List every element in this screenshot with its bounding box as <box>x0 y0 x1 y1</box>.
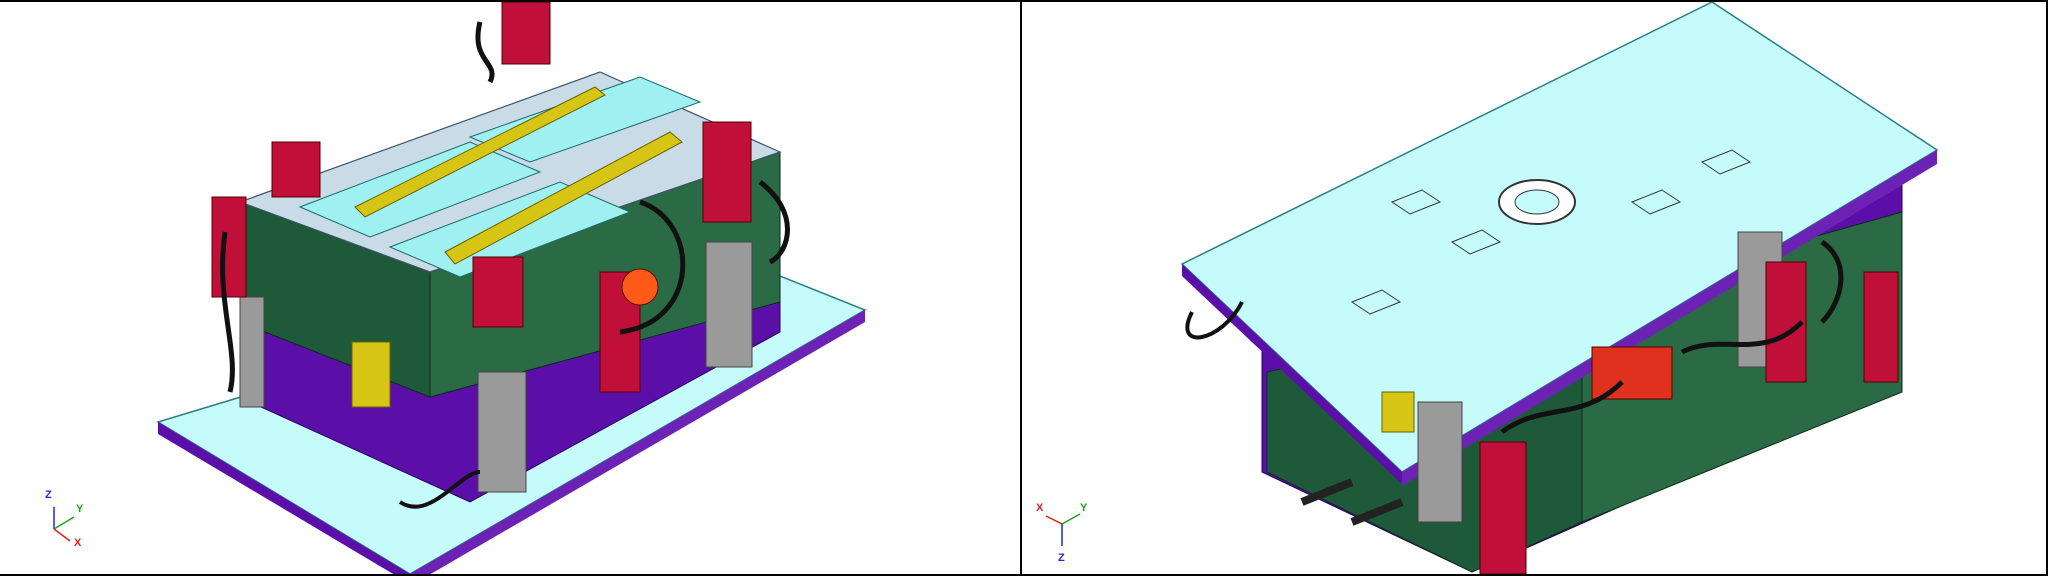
cad-model-bottom-view <box>1180 2 1939 574</box>
viewport-split: Z Y X X Y Z <box>0 0 2048 576</box>
axis-label-y: Y <box>76 503 84 515</box>
axis-label-z: Z <box>45 489 52 501</box>
axis-label-x: X <box>1036 502 1044 514</box>
viewport-left[interactable]: Z Y X <box>0 2 1022 574</box>
axis-triad-right: X Y Z <box>1034 502 1094 572</box>
axis-label-z: Z <box>1058 552 1065 564</box>
cad-model-top-view <box>156 2 867 574</box>
axis-triad-left: Z Y X <box>40 487 100 557</box>
axis-label-y: Y <box>1080 502 1088 514</box>
viewport-right[interactable]: X Y Z <box>1022 2 2046 574</box>
axis-label-x: X <box>74 537 82 549</box>
